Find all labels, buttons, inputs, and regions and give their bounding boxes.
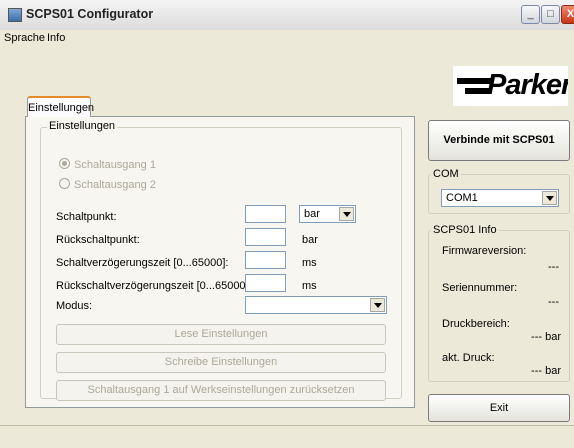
- schaltpunkt-input[interactable]: [245, 205, 286, 223]
- radio-unselected-icon: [59, 178, 70, 189]
- pressure-range-label: Druckbereich:: [442, 318, 510, 330]
- parker-logo: Parker: [453, 66, 568, 106]
- schaltverzoegerungszeit-input[interactable]: [245, 251, 286, 269]
- tab-einstellungen[interactable]: Einstellungen: [27, 96, 94, 117]
- serial-value: ---: [548, 296, 559, 308]
- menu-info[interactable]: Info: [47, 32, 65, 44]
- unit-select[interactable]: bar: [299, 205, 356, 223]
- current-pressure-value: --- bar: [531, 365, 561, 377]
- maximize-button[interactable]: □: [541, 5, 560, 24]
- rueckschaltverzoegerungszeit-input[interactable]: [245, 274, 286, 292]
- info-group-label: SCPS01 Info: [431, 224, 499, 236]
- chevron-down-icon[interactable]: [370, 298, 385, 312]
- unit-ms: ms: [302, 280, 317, 292]
- info-group: SCPS01 Info Firmwareversion: --- Serienn…: [428, 224, 570, 382]
- settings-group: Einstellungen Schaltausgang 1 Schaltausg…: [40, 120, 402, 401]
- radio-schaltausgang-1[interactable]: Schaltausgang 1: [59, 158, 156, 171]
- app-icon: [8, 8, 22, 22]
- read-settings-button[interactable]: Lese Einstellungen: [56, 324, 386, 345]
- com-group: COM COM1: [428, 168, 570, 214]
- window-title: SCPS01 Configurator: [26, 7, 154, 21]
- label-modus: Modus:: [56, 300, 93, 312]
- modus-select[interactable]: [245, 296, 387, 314]
- logo-text: Parker: [487, 69, 568, 101]
- menu-bar: Sprache Info: [0, 30, 574, 48]
- radio-selected-icon: [59, 158, 70, 169]
- firmware-label: Firmwareversion:: [442, 245, 527, 257]
- radio-schaltausgang-2[interactable]: Schaltausgang 2: [59, 178, 156, 191]
- menu-sprache[interactable]: Sprache: [4, 32, 45, 44]
- settings-group-label: Einstellungen: [47, 120, 118, 132]
- close-button[interactable]: X: [561, 5, 574, 24]
- label-schaltverzoegerungszeit: Schaltverzögerungszeit [0...65000]:: [56, 257, 229, 269]
- label-schaltpunkt: Schaltpunkt:: [56, 211, 117, 223]
- label-rueckschaltpunkt: Rückschaltpunkt:: [56, 234, 140, 246]
- rueckschaltpunkt-input[interactable]: [245, 228, 286, 246]
- chevron-down-icon[interactable]: [339, 207, 354, 221]
- pressure-range-value: --- bar: [531, 331, 561, 343]
- unit-ms: ms: [302, 257, 317, 269]
- reset-output-button[interactable]: Schaltausgang 1 auf Werkseinstellungen z…: [56, 380, 386, 401]
- label-rueckschaltverzoegerungszeit: Rückschaltverzögerungszeit [0...65000]:: [56, 280, 252, 292]
- com-port-select[interactable]: COM1: [441, 189, 559, 207]
- unit-bar: bar: [302, 234, 318, 246]
- com-group-label: COM: [431, 168, 461, 180]
- write-settings-button[interactable]: Schreibe Einstellungen: [56, 352, 386, 373]
- connect-button[interactable]: Verbinde mit SCPS01: [428, 120, 570, 161]
- title-bar: SCPS01 Configurator _ □ X: [0, 0, 574, 30]
- serial-label: Seriennummer:: [442, 282, 518, 294]
- status-bar: [0, 425, 574, 448]
- firmware-value: ---: [548, 261, 559, 273]
- settings-tab-panel: Einstellungen Schaltausgang 1 Schaltausg…: [25, 116, 415, 408]
- current-pressure-label: akt. Druck:: [442, 352, 495, 364]
- minimize-button[interactable]: _: [521, 5, 540, 24]
- exit-button[interactable]: Exit: [428, 394, 570, 422]
- chevron-down-icon[interactable]: [542, 191, 557, 205]
